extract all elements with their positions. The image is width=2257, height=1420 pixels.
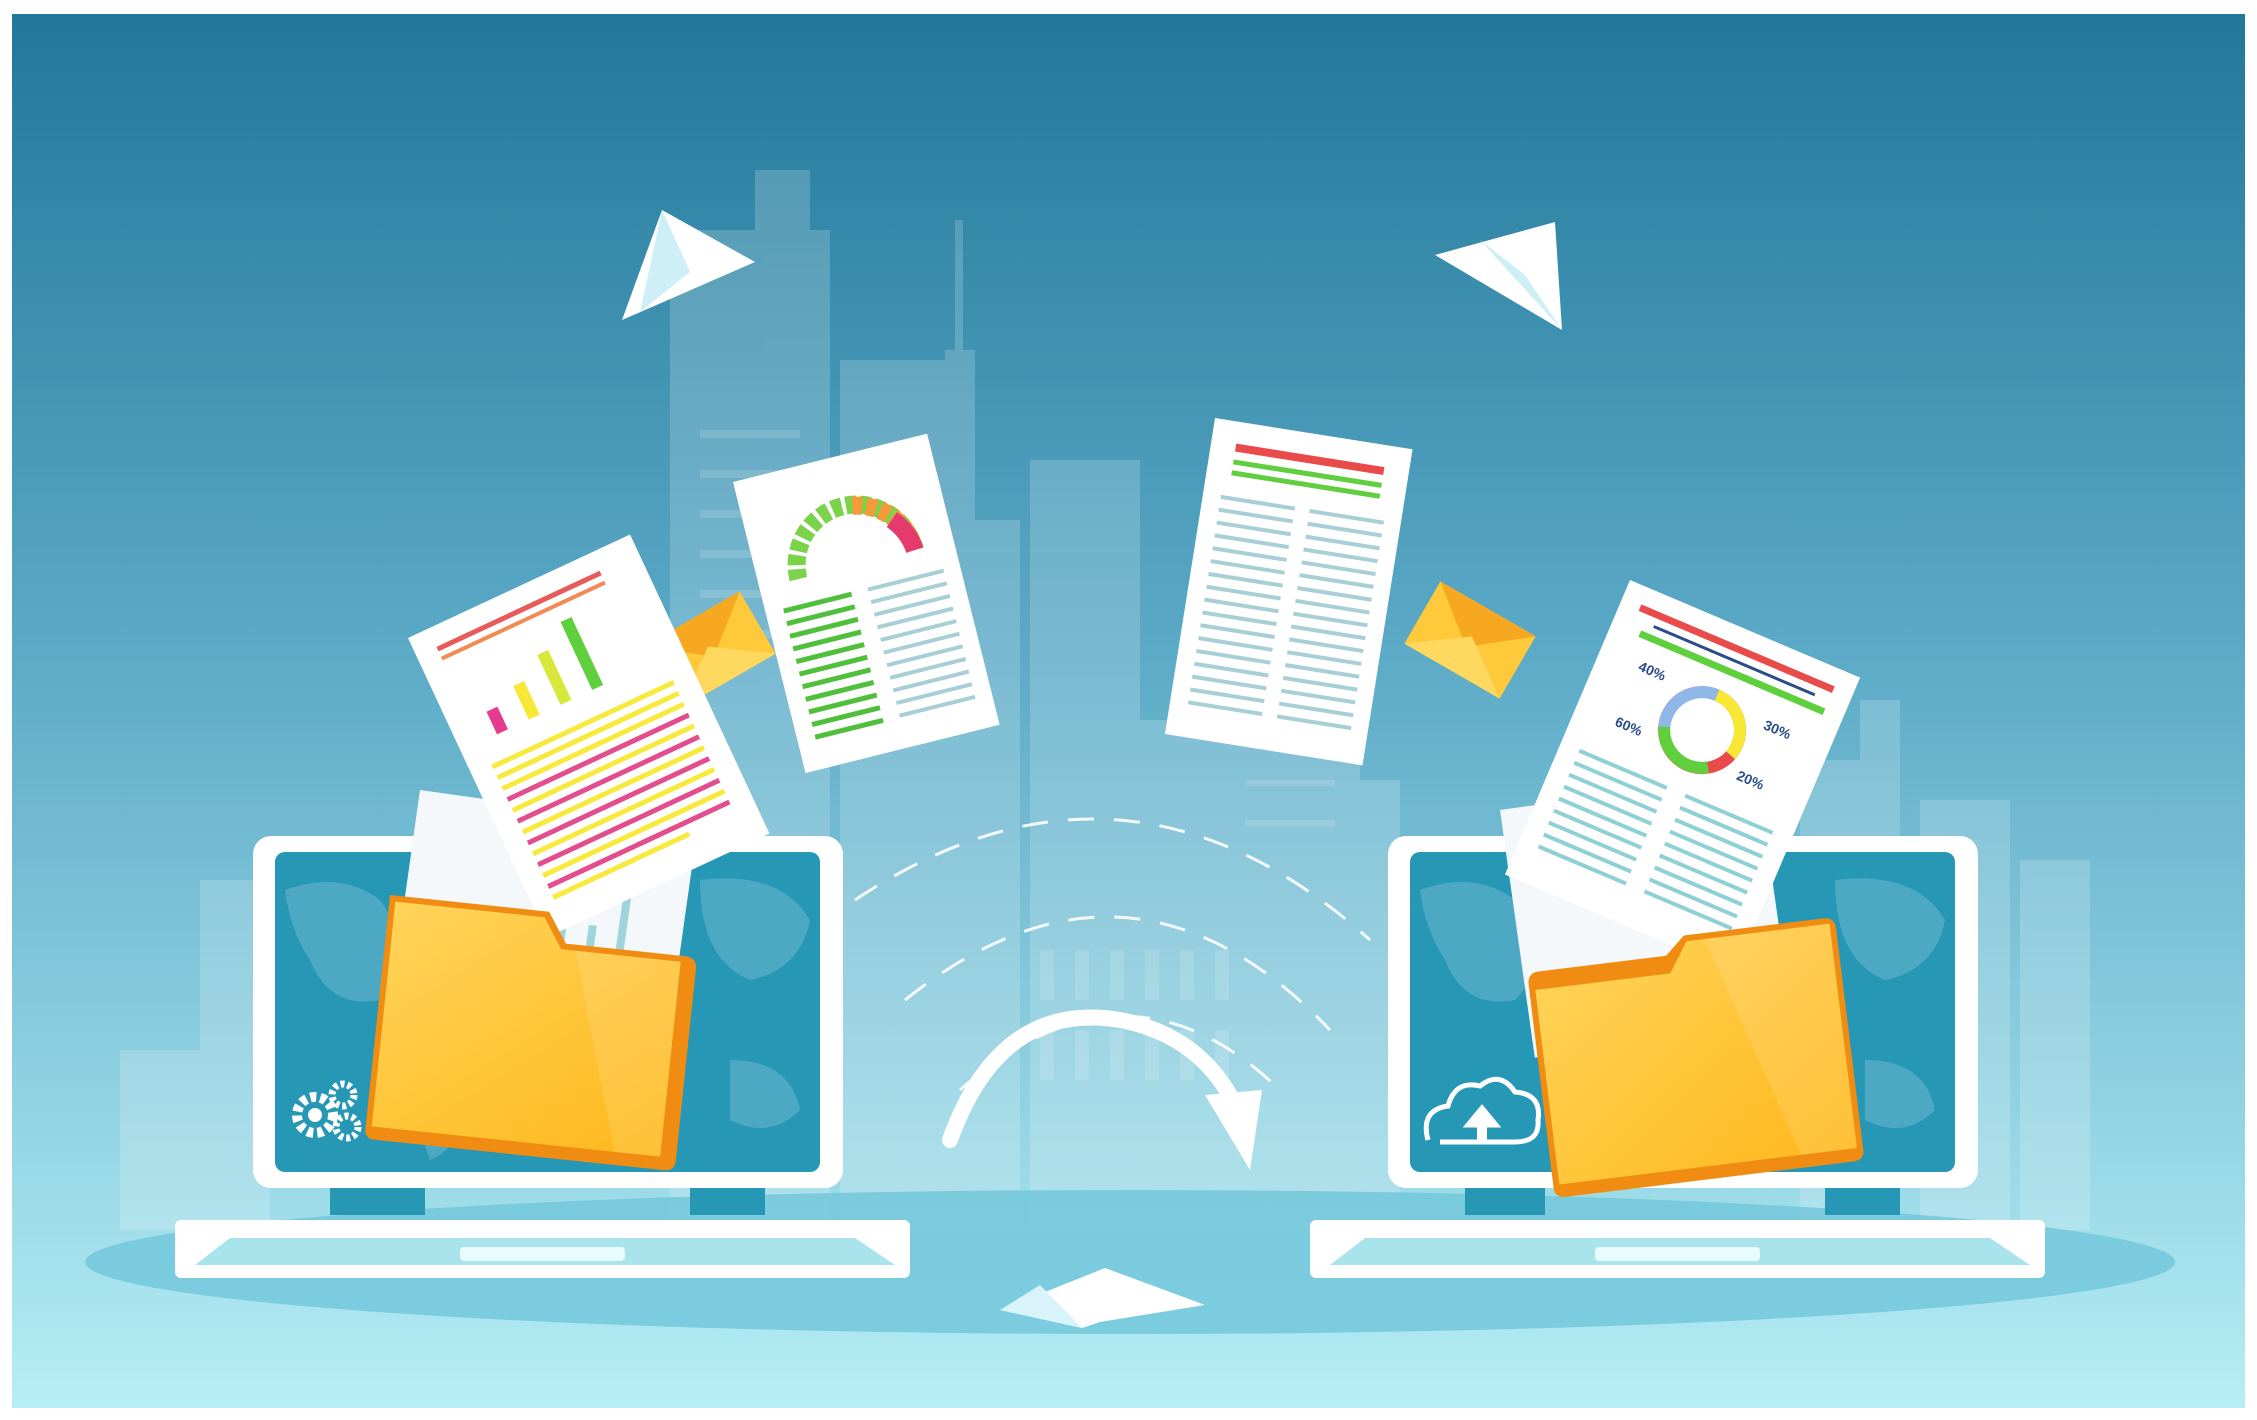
file-transfer-illustration: 40% 30% 60% 20% bbox=[12, 14, 2245, 1408]
